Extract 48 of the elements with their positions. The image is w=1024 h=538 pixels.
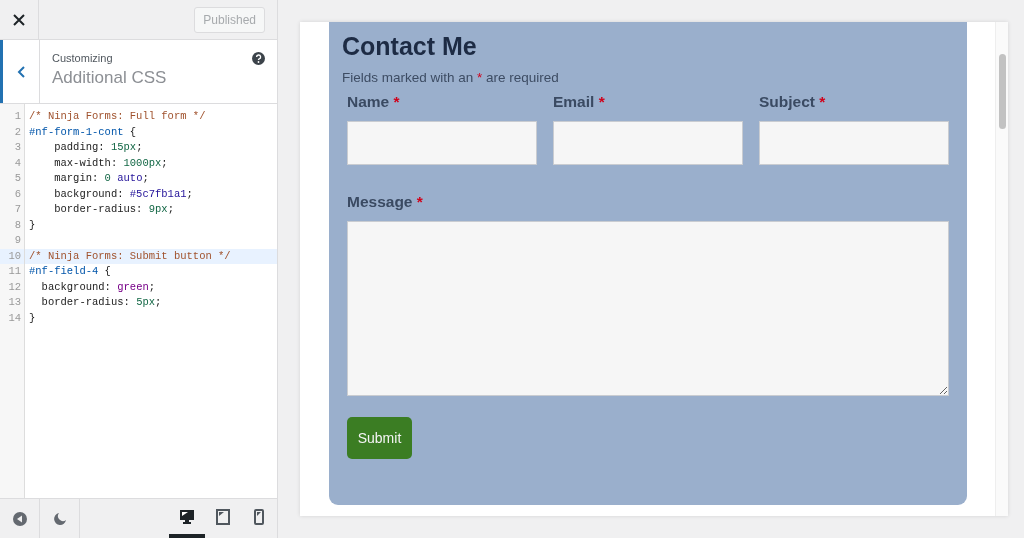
field-label: Subject *: [759, 93, 827, 111]
moon-icon[interactable]: [52, 511, 67, 526]
code-line: }: [28, 310, 37, 326]
code-line: #nf-form-1-cont {: [28, 124, 138, 140]
mobile-icon[interactable]: [254, 508, 264, 525]
section-eyebrow: Customizing: [52, 52, 113, 64]
back-button[interactable]: [0, 40, 40, 103]
collapse-icon[interactable]: [11, 510, 28, 527]
line-number: 9: [13, 233, 22, 248]
field-label: Message *: [347, 193, 424, 211]
line-number: 5: [13, 171, 22, 186]
line-number: 1: [13, 109, 22, 124]
line-number: 13: [7, 295, 22, 310]
field-label: Name *: [347, 93, 401, 111]
code-line: background: #5c7fb1a1;: [53, 186, 194, 202]
line-number: 8: [13, 217, 22, 233]
line-number: 12: [7, 279, 22, 295]
code-line: background: green;: [40, 279, 157, 295]
code-line: /* Ninja Forms: Full form */: [28, 109, 207, 124]
submit-button[interactable]: Submit: [347, 417, 412, 459]
desktop-icon[interactable]: [179, 509, 195, 524]
form-title: Contact Me: [342, 32, 478, 61]
input-field[interactable]: [759, 121, 949, 165]
close-icon: [13, 13, 25, 26]
line-number: 6: [13, 186, 22, 202]
tablet-icon[interactable]: [216, 508, 230, 525]
line-number: 3: [13, 140, 22, 155]
scrollbar-thumb[interactable]: [998, 54, 1006, 129]
line-number: 4: [13, 155, 22, 171]
help-icon[interactable]: [252, 52, 265, 65]
code-line: margin: 0 auto;: [53, 171, 150, 186]
code-line: border-radius: 5px;: [40, 295, 163, 310]
line-number: 11: [7, 264, 22, 279]
code-line: border-radius: 9px;: [53, 202, 175, 217]
line-number: 10: [0, 248, 24, 264]
input-field[interactable]: [347, 121, 537, 165]
required-note: Fields marked with an * are required: [342, 70, 560, 85]
line-number: 7: [13, 202, 22, 217]
field-label: Email *: [553, 93, 606, 111]
input-field[interactable]: [553, 121, 743, 165]
section-title: Additional CSS: [52, 68, 168, 88]
line-number: 2: [13, 124, 22, 140]
code-line: padding: 15px;: [53, 140, 144, 155]
message-field[interactable]: [347, 221, 949, 396]
line-number: 14: [7, 310, 22, 326]
code-line: max-width: 1000px;: [53, 155, 169, 171]
code-line: #nf-field-4 {: [28, 264, 112, 279]
code-line: }: [28, 217, 37, 233]
